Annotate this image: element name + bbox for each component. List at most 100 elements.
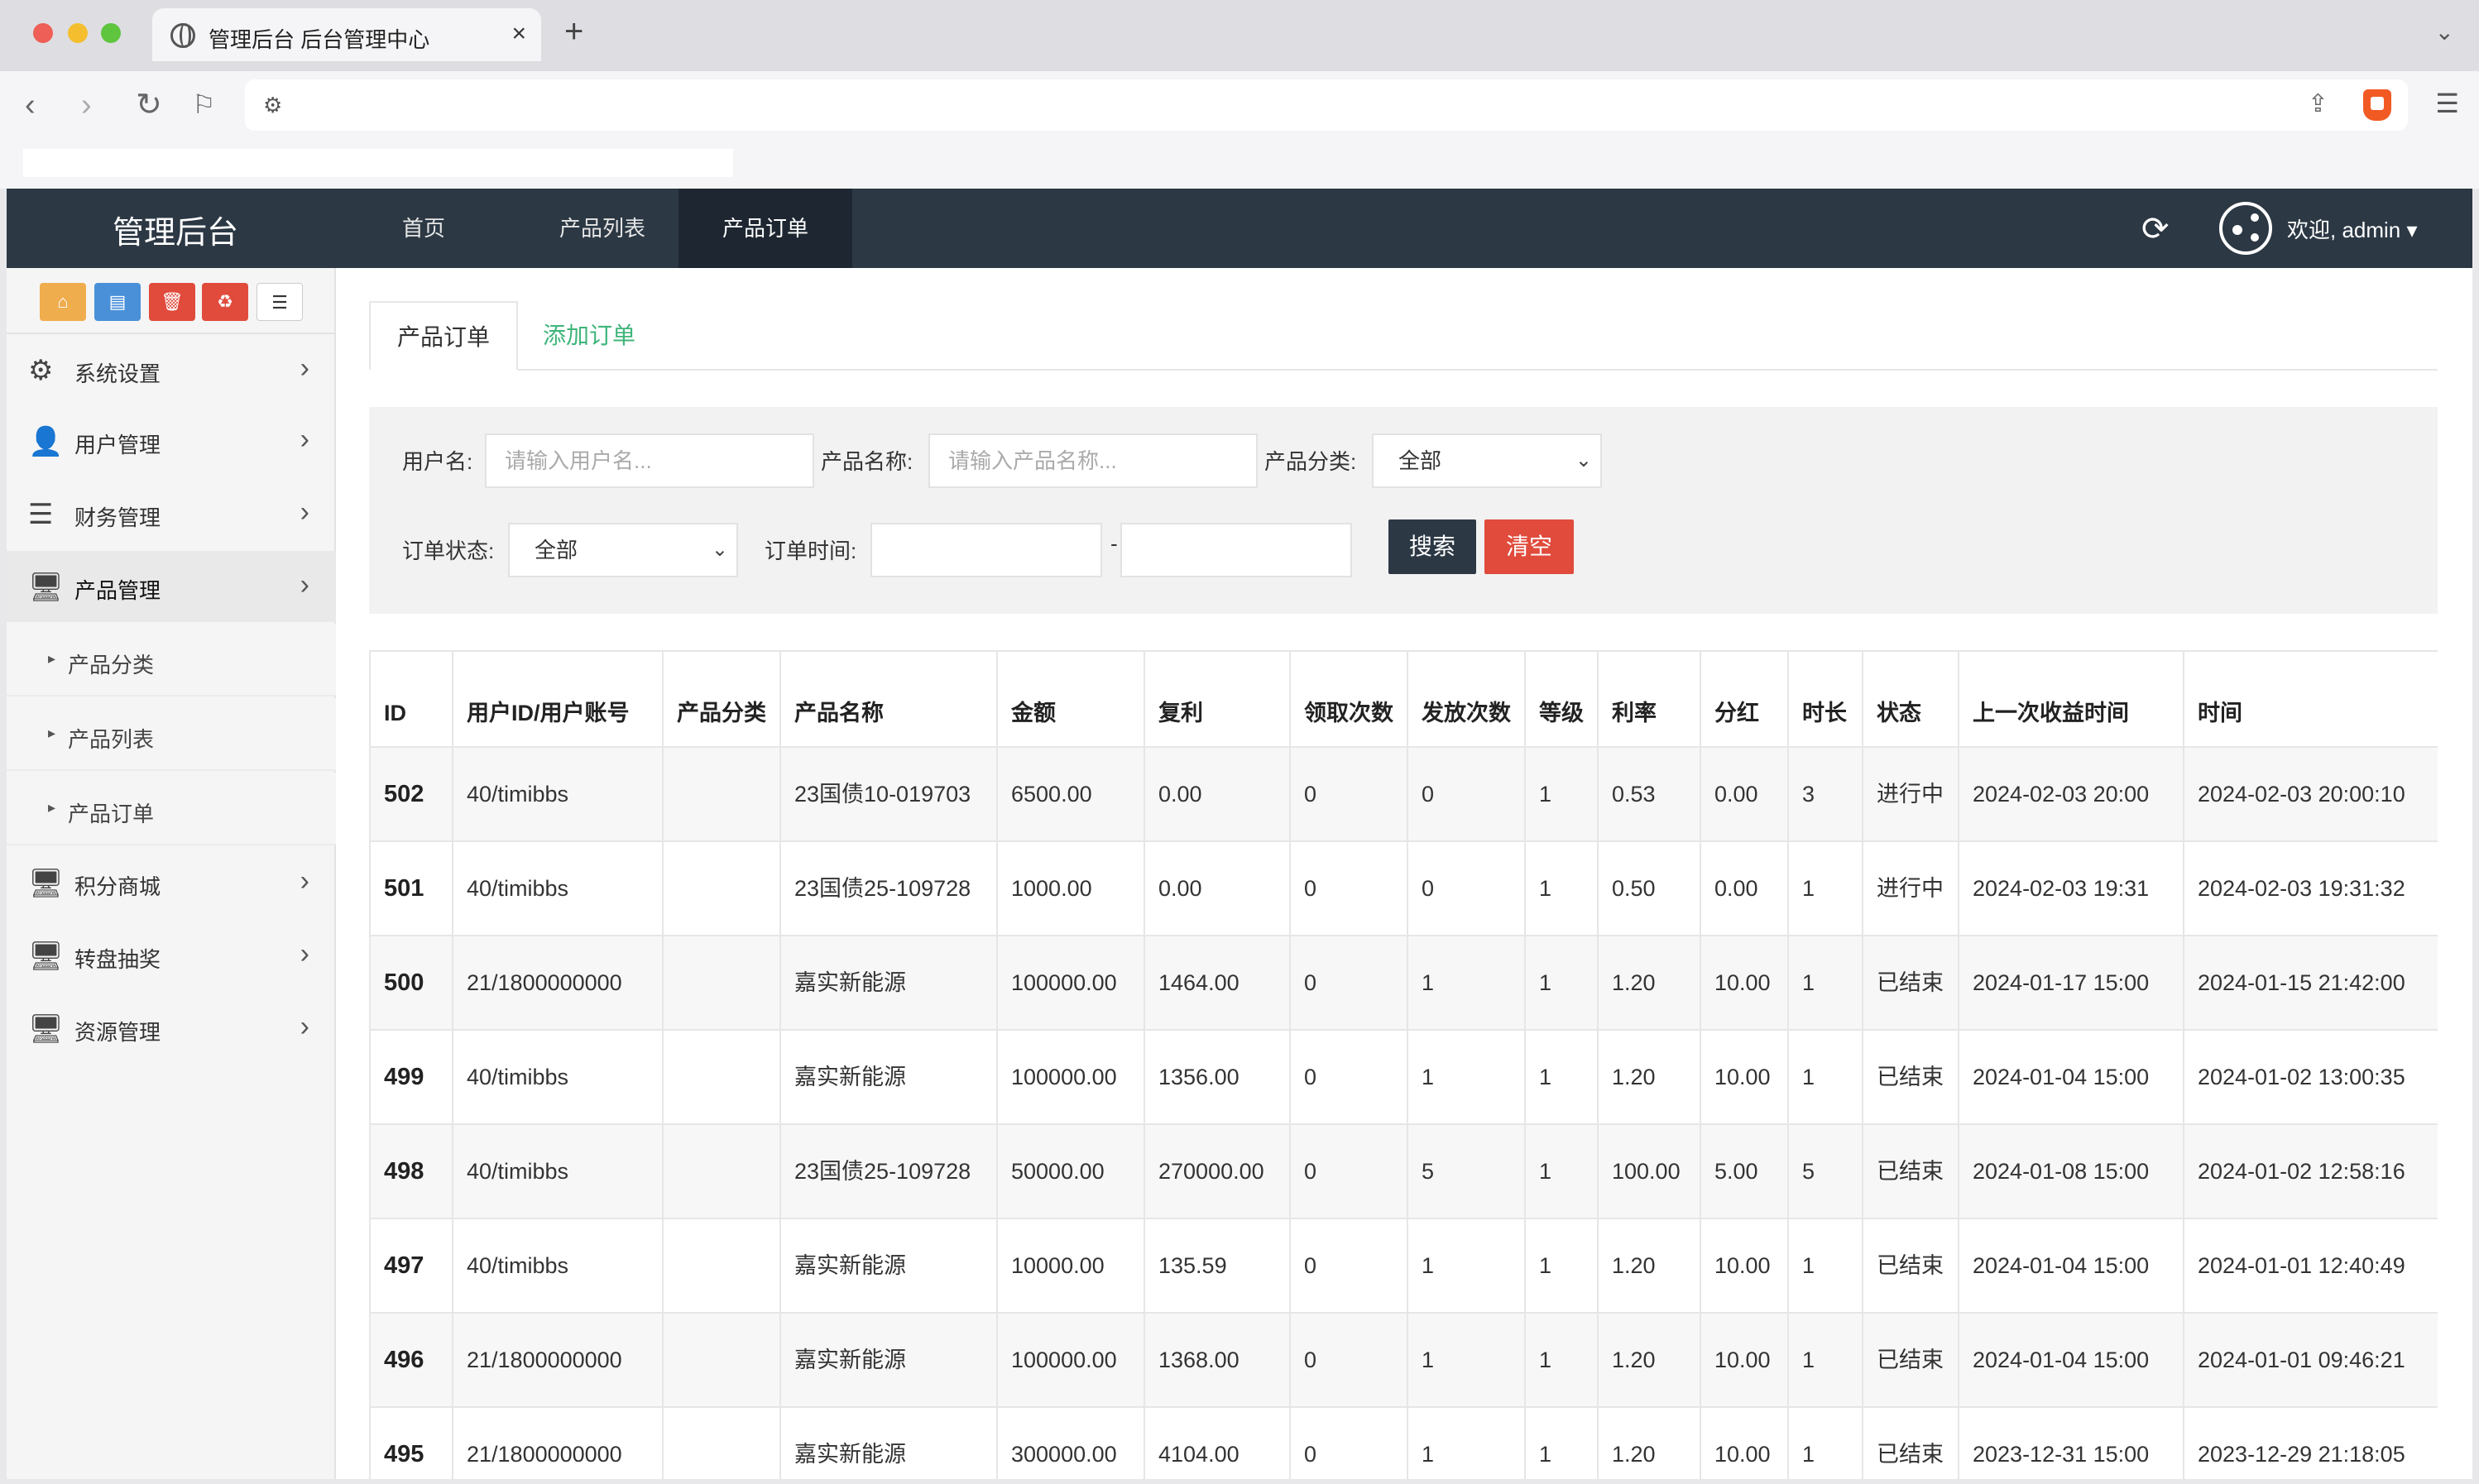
column-header[interactable]: 利率 (1597, 650, 1701, 748)
close-window-button[interactable] (33, 23, 53, 43)
table-cell: 2024-01-02 13:00:35 (2183, 1029, 2438, 1125)
sidebar: ⌂ ▤ 🗑 ♻ ☰ ⚙ 系统设置 › 👤 用户管理 › ☰ 财务管理 › 🖥 产… (7, 268, 336, 1479)
trash-icon[interactable]: 🗑 (149, 283, 195, 321)
column-header[interactable]: 上一次收益时间 (1958, 650, 2184, 748)
reload-icon[interactable]: ↻ (136, 89, 162, 121)
site-settings-icon[interactable]: ⚙ (263, 93, 282, 118)
table-cell: 495 (369, 1406, 453, 1479)
sidebar-item-label: 产品管理 (74, 578, 161, 603)
desktop-icon: 🖥 (28, 868, 65, 899)
list-icon[interactable]: ☰ (257, 283, 303, 321)
sidebar-item-user-management[interactable]: 👤 用户管理 › (7, 405, 336, 476)
table-cell: 嘉实新能源 (779, 1029, 998, 1125)
sidebar-item-lottery-wheel[interactable]: 🖥 转盘抽奖 › (7, 920, 336, 991)
file-icon[interactable]: ▤ (94, 283, 141, 321)
order-time-end-input[interactable] (1120, 523, 1352, 577)
home-icon[interactable]: ⌂ (40, 283, 86, 321)
table-cell (662, 1123, 781, 1219)
table-cell: 1.20 (1597, 935, 1701, 1031)
column-header[interactable]: 分红 (1700, 650, 1789, 748)
column-header[interactable]: 时长 (1787, 650, 1863, 748)
table-cell: 2024-02-03 20:00 (1958, 746, 2184, 842)
tab-add-order[interactable]: 添加订单 (516, 301, 662, 371)
column-header[interactable]: 状态 (1862, 650, 1959, 748)
minimize-window-button[interactable] (68, 23, 88, 43)
avatar[interactable] (2219, 202, 2272, 255)
bookmark-icon[interactable]: ⚐ (192, 91, 216, 117)
sidebar-subitem-product-orders[interactable]: ▸ 产品订单 (7, 773, 336, 845)
clear-button[interactable]: 清空 (1484, 519, 1574, 574)
sidebar-item-resources[interactable]: 🖥 资源管理 › (7, 993, 336, 1064)
back-arrow-icon[interactable]: ‹ (25, 89, 36, 121)
browser-tab[interactable]: 管理后台 后台管理中心 × (152, 8, 541, 61)
share-icon[interactable]: ⇪ (2308, 89, 2328, 118)
tab-product-orders[interactable]: 产品订单 (369, 301, 519, 371)
column-header[interactable]: 等级 (1524, 650, 1599, 748)
username-input[interactable]: 请输入用户名... (485, 433, 814, 488)
table-cell: 嘉实新能源 (779, 1406, 998, 1479)
table-cell (662, 1029, 781, 1125)
table-cell: 23国债25-109728 (779, 1123, 998, 1219)
topnav-product-list[interactable]: 产品列表 (520, 189, 685, 268)
globe-icon (170, 23, 195, 48)
recycle-icon[interactable]: ♻ (202, 283, 248, 321)
brand-title[interactable]: 管理后台 (113, 207, 238, 252)
table-cell: 0 (1289, 1312, 1408, 1408)
orders-table-wrap: ID 用户ID/用户账号 产品分类 产品名称 金额 复利 领取次数 发放次数 等… (369, 650, 2438, 1479)
orders-table-body: 502 40/timibbs 23国债10-019703 6500.00 0.00 0 0 1… (369, 746, 2438, 1479)
table-cell: 40/timibbs (452, 1218, 664, 1314)
admin-app: 管理后台 首页 产品列表 产品订单 ⟳ 欢迎, admin ▾ ⌂ ▤ 🗑 ♻ … (7, 189, 2472, 1479)
hamburger-menu-icon[interactable]: ☰ (2435, 88, 2459, 119)
column-header[interactable]: 产品分类 (662, 650, 781, 748)
date-range-dash: - (1110, 531, 1118, 556)
brave-shield-icon[interactable] (2363, 89, 2391, 121)
column-header[interactable]: 发放次数 (1407, 650, 1526, 748)
table-cell: 2024-01-04 15:00 (1958, 1218, 2184, 1314)
sidebar-subitem-product-category[interactable]: ▸ 产品分类 (7, 624, 336, 697)
table-cell: 1368.00 (1144, 1312, 1291, 1408)
column-header[interactable]: 复利 (1144, 650, 1291, 748)
table-cell: 1 (1407, 1406, 1526, 1479)
table-cell: 40/timibbs (452, 840, 664, 936)
new-tab-button[interactable]: + (564, 15, 583, 48)
column-header[interactable]: 领取次数 (1289, 650, 1408, 748)
refresh-icon[interactable]: ⟳ (2141, 210, 2170, 248)
sidebar-item-product-management[interactable]: 🖥 产品管理 › (7, 551, 336, 622)
table-cell: 300000.00 (996, 1406, 1145, 1479)
chevron-down-icon[interactable]: ⌄ (2435, 18, 2454, 45)
order-status-select[interactable]: 全部 ⌄ (508, 523, 738, 577)
sidebar-item-system-settings[interactable]: ⚙ 系统设置 › (7, 334, 336, 405)
category-select[interactable]: 全部 ⌄ (1372, 433, 1602, 488)
category-label: 产品分类: (1264, 449, 1357, 474)
column-header[interactable]: ID (369, 650, 453, 748)
table-cell: 2024-01-01 09:46:21 (2183, 1312, 2438, 1408)
topnav-product-orders[interactable]: 产品订单 (678, 189, 852, 268)
sidebar-item-finance[interactable]: ☰ 财务管理 › (7, 478, 336, 549)
table-cell: 270000.00 (1144, 1123, 1291, 1219)
table-cell: 0 (1289, 746, 1408, 842)
category-select-value: 全部 (1398, 448, 1442, 473)
tab-close-icon[interactable]: × (511, 20, 526, 48)
forward-arrow-icon[interactable]: › (81, 89, 92, 121)
column-header[interactable]: 时间 (2183, 650, 2438, 748)
product-name-input[interactable]: 请输入产品名称... (928, 433, 1258, 488)
table-cell: 500 (369, 935, 453, 1031)
topnav-home[interactable]: 首页 (349, 189, 498, 268)
desktop-icon: 🖥 (28, 1013, 65, 1045)
address-bar[interactable]: ⚙ ⇪ (245, 79, 2408, 131)
column-header[interactable]: 金额 (996, 650, 1145, 748)
sidebar-subitem-product-list[interactable]: ▸ 产品列表 (7, 698, 336, 771)
user-menu[interactable]: 欢迎, admin ▾ (2287, 213, 2418, 244)
table-cell: 21/1800000000 (452, 935, 664, 1031)
search-button[interactable]: 搜索 (1388, 519, 1476, 574)
table-cell: 2024-01-01 12:40:49 (2183, 1218, 2438, 1314)
table-cell: 0.50 (1597, 840, 1701, 936)
sidebar-item-points-mall[interactable]: 🖥 积分商城 › (7, 847, 336, 918)
order-time-start-input[interactable] (870, 523, 1102, 577)
column-header[interactable]: 产品名称 (779, 650, 998, 748)
chevron-down-icon: ⌄ (1575, 449, 1592, 472)
column-header[interactable]: 用户ID/用户账号 (452, 650, 664, 748)
sidebar-subitem-label: 产品订单 (68, 802, 155, 826)
maximize-window-button[interactable] (101, 23, 121, 43)
table-cell: 6500.00 (996, 746, 1145, 842)
